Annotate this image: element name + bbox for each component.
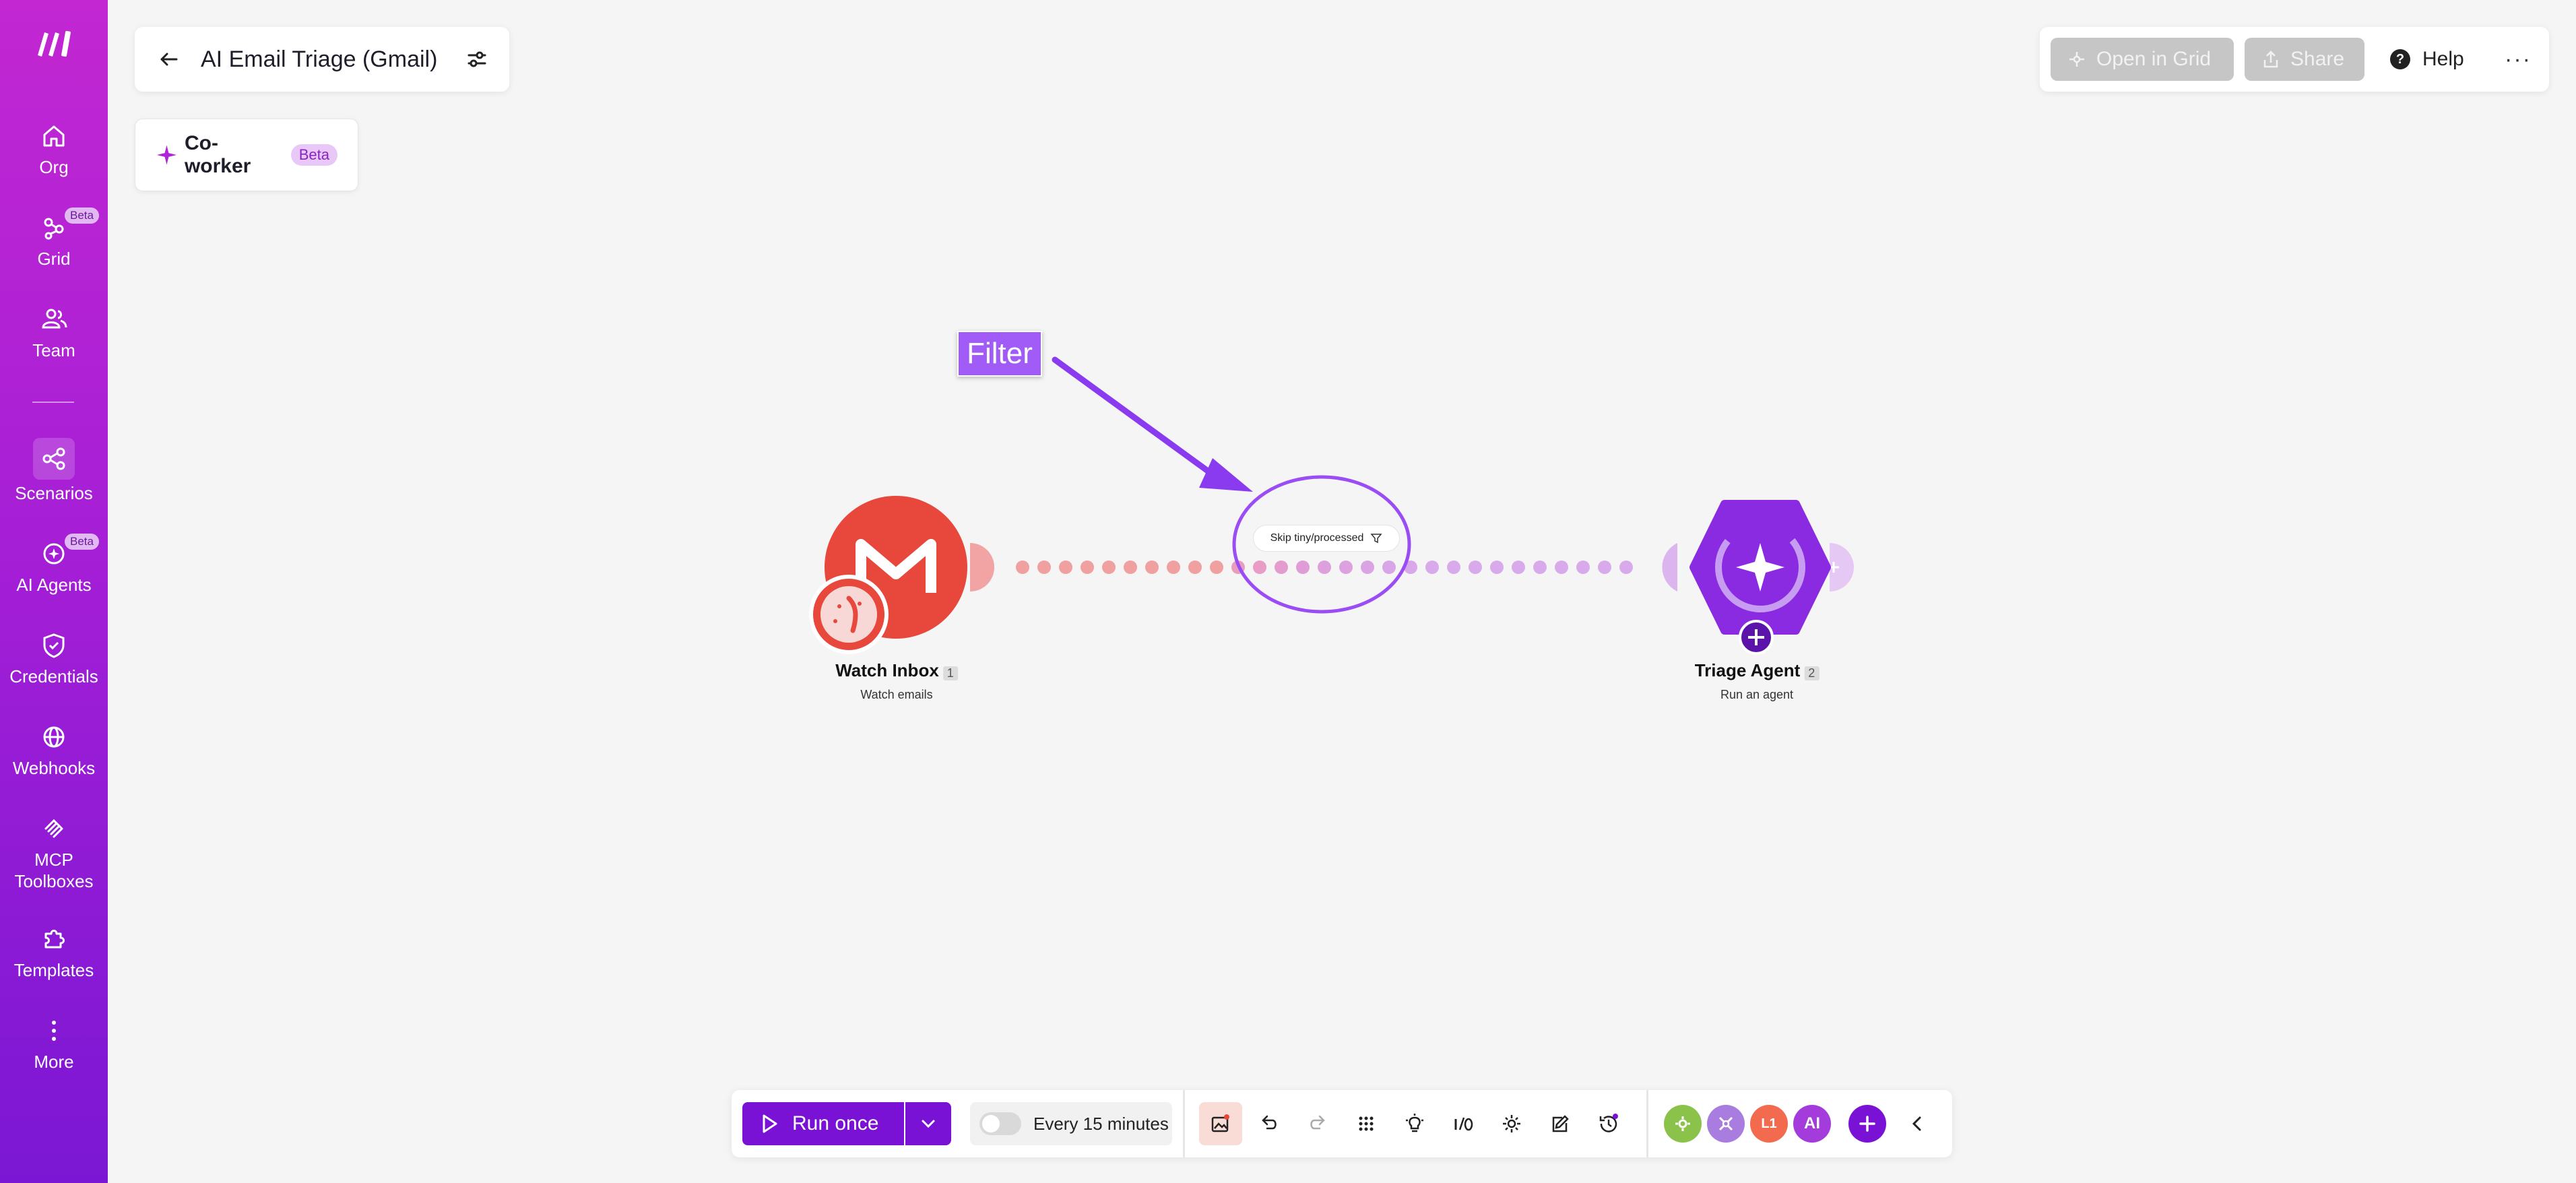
- sidebar-item-label: Org: [39, 157, 69, 177]
- sidebar-divider: [32, 402, 74, 403]
- module-index: 1: [942, 666, 958, 681]
- redo-icon[interactable]: [1303, 1109, 1332, 1139]
- edit-notes-icon[interactable]: [1545, 1109, 1575, 1139]
- tools-circle-icon[interactable]: [1707, 1105, 1745, 1143]
- save-image-icon[interactable]: [1199, 1102, 1242, 1145]
- beta-badge: Beta: [65, 534, 99, 550]
- make-logo[interactable]: [34, 28, 74, 58]
- scenario-diagram: [809, 356, 1854, 655]
- filter-chip[interactable]: Skip tiny/processed: [1253, 525, 1400, 552]
- sidebar-item-label: Templates: [13, 960, 94, 980]
- sidebar-item-scenarios[interactable]: Scenarios: [0, 438, 108, 504]
- sidebar-item-more[interactable]: More: [0, 1016, 108, 1073]
- lightbulb-icon[interactable]: [1400, 1109, 1429, 1139]
- puzzle-icon: [39, 924, 69, 954]
- settings-circle-icon[interactable]: [1664, 1105, 1702, 1143]
- shield-icon: [39, 631, 69, 660]
- ai-agent-module[interactable]: [1662, 500, 1854, 655]
- watch-inbox-label[interactable]: Watch Inbox 1 Watch emails: [835, 660, 958, 702]
- grid-icon: Beta: [39, 207, 99, 243]
- annotation-arrow: [1052, 356, 1253, 492]
- sidebar-item-label: Webhooks: [12, 758, 96, 778]
- filter-annotation-label: Filter: [957, 331, 1042, 377]
- module-name: Watch Inbox: [835, 660, 939, 680]
- schedule-toggle[interactable]: [979, 1112, 1021, 1135]
- ai-circle-icon[interactable]: AI: [1793, 1105, 1831, 1143]
- module-subtitle: Watch emails: [860, 688, 933, 701]
- funnel-icon: [1370, 534, 1382, 544]
- sidebar-item-org[interactable]: Org: [0, 121, 108, 178]
- sidebar-item-mcp-toolboxes[interactable]: MCP Toolboxes: [0, 814, 108, 892]
- sidebar-item-webhooks[interactable]: Webhooks: [0, 722, 108, 779]
- sidebar-item-label: More: [34, 1052, 74, 1072]
- l1-circle-icon[interactable]: L1: [1750, 1105, 1788, 1143]
- more-vertical-icon: [39, 1016, 69, 1046]
- module-subtitle: Run an agent: [1720, 688, 1794, 701]
- schedule-control[interactable]: Every 15 minutes: [970, 1102, 1172, 1145]
- chevron-left-icon[interactable]: [1902, 1109, 1932, 1139]
- sidebar-item-label: Team: [32, 340, 75, 360]
- sidebar-item-label: Credentials: [9, 666, 98, 686]
- ai-agents-icon: Beta: [39, 534, 99, 569]
- chevron-down-icon: [922, 1120, 935, 1128]
- sidebar-item-label: Grid: [37, 249, 71, 269]
- sidebar-item-label: Scenarios: [15, 483, 93, 503]
- sidebar-item-templates[interactable]: Templates: [0, 924, 108, 981]
- scenario-canvas[interactable]: Filter Skip tiny/processed Watch Inbox 1 …: [108, 0, 2576, 1183]
- team-icon: [39, 305, 69, 334]
- add-module-icon[interactable]: [1848, 1105, 1886, 1143]
- history-icon[interactable]: [1594, 1109, 1623, 1139]
- sidebar-item-ai-agents[interactable]: Beta AI Agents: [0, 534, 108, 596]
- sidebar-item-grid[interactable]: Beta Grid: [0, 207, 108, 269]
- undo-icon[interactable]: [1254, 1109, 1284, 1139]
- module-index: 2: [1804, 666, 1820, 681]
- sidebar-item-team[interactable]: Team: [0, 305, 108, 361]
- main-sidebar: Org Beta Grid Team Scenarios Beta AI Age…: [0, 0, 108, 1183]
- beta-badge: Beta: [65, 207, 99, 224]
- io-icon[interactable]: [1448, 1109, 1478, 1139]
- play-icon: [763, 1114, 777, 1133]
- mcp-icon: [39, 814, 69, 843]
- sidebar-item-label: AI Agents: [16, 575, 92, 595]
- module-name: Triage Agent: [1694, 660, 1801, 680]
- toolbar-divider: [1183, 1090, 1185, 1157]
- triage-agent-label[interactable]: Triage Agent 2 Run an agent: [1695, 660, 1820, 702]
- sidebar-item-label: MCP Toolboxes: [14, 850, 94, 891]
- run-options-dropdown[interactable]: [905, 1102, 951, 1145]
- toolbar-divider: [1646, 1090, 1648, 1157]
- globe-icon: [39, 722, 69, 752]
- run-once-button[interactable]: Run once: [742, 1102, 904, 1145]
- schedule-label: Every 15 minutes: [1033, 1113, 1169, 1134]
- run-once-label: Run once: [792, 1112, 879, 1134]
- connection-dots: [1016, 561, 1633, 574]
- filter-label: Skip tiny/processed: [1270, 532, 1364, 544]
- home-icon: [39, 121, 69, 151]
- scenarios-icon: [33, 438, 75, 480]
- auto-align-icon[interactable]: [1351, 1109, 1381, 1139]
- sidebar-item-credentials[interactable]: Credentials: [0, 631, 108, 687]
- gear-icon[interactable]: [1497, 1109, 1526, 1139]
- bottom-toolbar: Run once Every 15 minutes L1 AI: [732, 1090, 1952, 1157]
- gmail-module[interactable]: [809, 496, 994, 654]
